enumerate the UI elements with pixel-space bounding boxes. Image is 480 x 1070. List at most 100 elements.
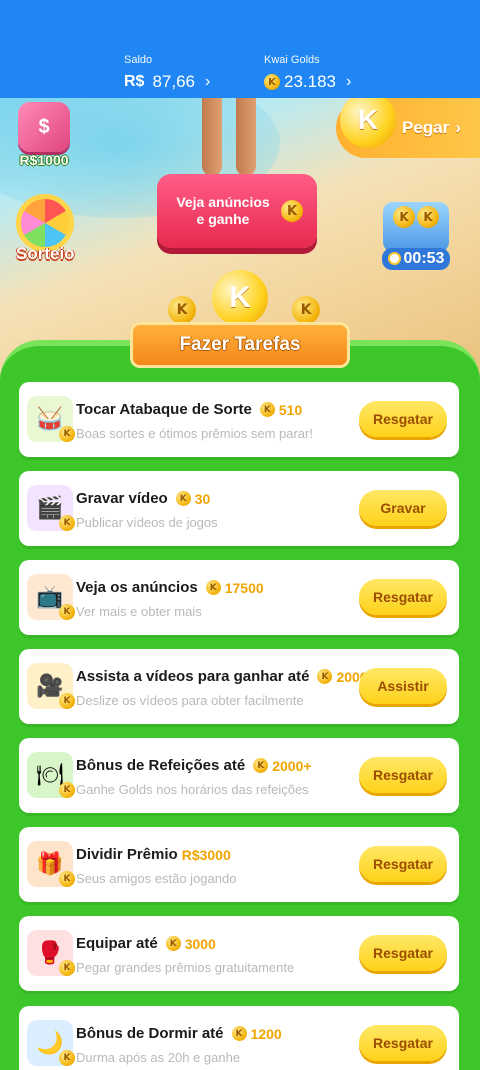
task-subtitle: Durma após as 20h e ganhe — [76, 1050, 241, 1065]
gold-coin-icon: K — [259, 402, 275, 417]
watch-ads-button[interactable]: Veja anúncios e ganhe K — [157, 174, 317, 248]
task-card: 🥊 K Equipar até K 3000 Pegar grandes prêmios … — [19, 916, 459, 991]
task-card: 🎬 K Gravar vídeo K 30 Publicar vídeos de jogo… — [19, 471, 459, 546]
cash-stack-icon: $ — [18, 102, 70, 152]
sorteio-button[interactable]: Sorteio — [16, 194, 75, 264]
task-reward: 1200 — [250, 1025, 282, 1042]
section-title: Fazer Tarefas — [179, 334, 301, 355]
gold-coin-icon: K — [168, 296, 196, 324]
video-camera-icon: 🎬 K — [27, 485, 75, 531]
task-title: Gravar vídeo — [76, 490, 168, 507]
task-card: 🍽 K Bônus de Refeições até K 2000+ Ganhe Gold… — [19, 738, 459, 813]
tv-icon: 📺 K — [27, 574, 75, 620]
task-reward: 17500 — [224, 579, 264, 596]
gold-coin-icon: K — [59, 426, 75, 442]
meal-calendar-icon: 🍽 K — [27, 752, 75, 798]
task-action-button[interactable]: Gravar — [359, 490, 447, 526]
task-action-button[interactable]: Resgatar — [359, 579, 447, 615]
money-reward-label: R$1000 — [19, 152, 69, 168]
task-card: 🥁 K Tocar Atabaque de Sorte K 510 Boas sortes… — [19, 382, 459, 457]
task-action-button[interactable]: Resgatar — [359, 757, 447, 793]
task-title: Bônus de Dormir até — [76, 1025, 224, 1042]
gold-coin-icon: K — [59, 693, 75, 709]
timer-value: 00:53 — [403, 249, 445, 267]
gold-coin-icon: K — [165, 936, 181, 951]
gold-coin-icon: K — [340, 98, 396, 148]
gold-coin-icon: K — [292, 296, 320, 324]
sorteio-label: Sorteio — [16, 244, 75, 263]
task-card: 🌙 K Bônus de Dormir até K 1200 Durma após as … — [19, 1006, 459, 1070]
task-subtitle: Ganhe Golds nos horários das refeições — [76, 782, 309, 797]
golds-label: Kwai Golds — [264, 54, 320, 66]
task-card: 🎥 K Assista a vídeos para ganhar até K 2000 D… — [19, 649, 459, 724]
chevron-right-icon: › — [455, 118, 461, 137]
golds-value: 23.183 — [284, 72, 336, 91]
currency-symbol: R$ — [124, 73, 145, 90]
task-subtitle: Seus amigos estão jogando — [76, 871, 237, 886]
gold-coin-icon: K — [281, 200, 303, 222]
task-action-button[interactable]: Resgatar — [359, 935, 447, 971]
banner-coin-decoration: K — [200, 270, 280, 330]
task-title-row: Gravar vídeo K 30 — [76, 490, 210, 507]
chevron-right-icon: › — [346, 73, 352, 90]
task-title: Tocar Atabaque de Sorte — [76, 401, 252, 418]
task-reward: R$3000 — [181, 846, 231, 863]
balance-header: Saldo R$ 87,66 › Kwai Golds K 23.183 › — [0, 0, 480, 98]
task-subtitle: Ver mais e obter mais — [76, 604, 202, 619]
task-title: Veja os anúncios — [76, 579, 198, 596]
gold-coin-icon: K — [59, 871, 75, 887]
task-title-row: Dividir Prêmio R$3000 — [76, 846, 231, 863]
gold-coin-icon: K — [317, 669, 333, 684]
saldo-value: 87,66 — [152, 72, 195, 91]
task-reward: 30 — [194, 490, 211, 507]
gold-coin-icon: K — [59, 782, 75, 798]
saldo-balance[interactable]: Saldo R$ 87,66 › — [124, 54, 210, 92]
task-subtitle: Pegar grandes prêmios gratuitamente — [76, 960, 295, 975]
task-reward: 510 — [278, 401, 303, 418]
clock-icon — [387, 252, 401, 265]
boxing-gloves-icon: 🥊 K — [27, 930, 75, 976]
pegar-button[interactable]: K Pegar › — [336, 98, 480, 158]
task-title-row: Tocar Atabaque de Sorte K 510 — [76, 401, 302, 418]
gold-coin-icon: K — [264, 74, 280, 90]
gold-coin-icon: K — [205, 580, 221, 595]
money-reward-button[interactable]: $ R$1000 — [18, 102, 70, 168]
big-gold-coin-icon: K — [212, 270, 268, 326]
pegar-label: Pegar — [402, 118, 450, 137]
task-title: Dividir Prêmio — [76, 846, 178, 863]
task-title-row: Bônus de Refeições até K 2000+ — [76, 757, 312, 774]
gift-box-icon: 🎁 K — [27, 841, 75, 887]
section-title-ribbon: Fazer Tarefas — [130, 322, 350, 368]
task-reward: 2000+ — [272, 757, 312, 774]
drum-icon: 🥁 K — [27, 396, 75, 442]
gold-coin-icon: K — [59, 515, 75, 531]
gold-coin-icon: K — [59, 1050, 75, 1066]
task-action-button[interactable]: Resgatar — [359, 846, 447, 882]
task-subtitle: Deslize os vídeos para obter facilmente — [76, 693, 304, 708]
saldo-label: Saldo — [124, 54, 153, 66]
task-title-row: Equipar até K 3000 — [76, 935, 216, 952]
movie-camera-icon: 🎥 K — [27, 663, 75, 709]
task-action-button[interactable]: Resgatar — [359, 401, 447, 437]
task-title-row: Veja os anúncios K 17500 — [76, 579, 264, 596]
task-action-button[interactable]: Resgatar — [359, 1025, 447, 1061]
task-subtitle: Boas sortes e ótimos prêmios sem parar! — [76, 426, 313, 441]
gold-coin-icon: K — [175, 491, 191, 506]
kwai-golds-balance[interactable]: Kwai Golds K 23.183 › — [264, 54, 351, 92]
gold-coin-icon: K — [231, 1026, 247, 1041]
gold-coin-icon: K — [253, 758, 269, 773]
chevron-right-icon: › — [205, 73, 211, 90]
task-title: Bônus de Refeições até — [76, 757, 246, 774]
character-legs — [196, 98, 266, 178]
coin-chest-icon: K K — [383, 202, 449, 252]
coin-chest-timer[interactable]: K K 00:53 — [378, 202, 454, 270]
task-subtitle: Publicar vídeos de jogos — [76, 515, 218, 530]
task-card: 📺 K Veja os anúncios K 17500 Ver mais e obter… — [19, 560, 459, 635]
task-title: Equipar até — [76, 935, 158, 952]
moon-icon: 🌙 K — [27, 1020, 75, 1066]
task-card: 🎁 K Dividir Prêmio R$3000 Seus amigos estão … — [19, 827, 459, 902]
gold-coin-icon: K — [59, 604, 75, 620]
task-action-button[interactable]: Assistir — [359, 668, 447, 704]
watch-ads-label: Veja anúncios e ganhe — [176, 193, 270, 228]
task-title-row: Bônus de Dormir até K 1200 — [76, 1025, 282, 1042]
